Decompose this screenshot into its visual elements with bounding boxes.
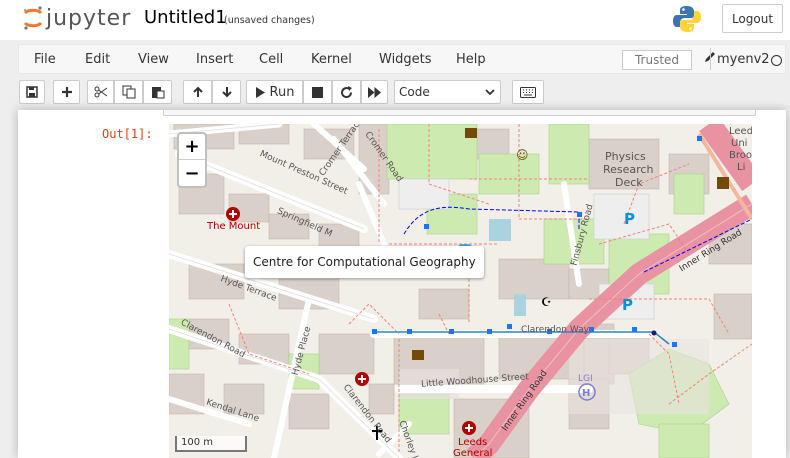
map-label-leeds-uni: Leeds — [729, 126, 752, 137]
menu-cell[interactable]: Cell — [259, 52, 283, 67]
map-zoom-control: + − — [177, 132, 207, 188]
menubar-divider — [710, 48, 711, 70]
map-label-lgi: LGI — [578, 374, 593, 384]
header: jupyter Untitled1 (unsaved changes) Logo… — [0, 0, 790, 40]
jupyter-logo-icon — [23, 6, 43, 30]
fast-forward-icon — [368, 86, 381, 98]
map-output[interactable]: ☺ ☪ P P H i The Mount Mount Preston Stre… — [169, 124, 752, 458]
insert-cell-button[interactable] — [53, 80, 80, 104]
restart-run-all-button[interactable] — [361, 80, 388, 104]
map-label-leeds-uni-2: Uni — [731, 138, 748, 149]
scissors-icon — [94, 86, 107, 98]
jupyter-logo[interactable]: jupyter — [22, 4, 131, 32]
run-button-label: Run — [269, 84, 295, 100]
python-logo-icon — [673, 6, 701, 32]
autosave-status: (unsaved changes) — [224, 15, 315, 26]
output-prompt: Out[1]: — [102, 127, 153, 141]
copy-button[interactable] — [114, 80, 143, 104]
notebook-title[interactable]: Untitled1 — [144, 7, 227, 28]
kernel-name[interactable]: myenv2 — [717, 52, 770, 67]
svg-text:☺: ☺ — [516, 148, 529, 162]
menu-edit[interactable]: Edit — [85, 52, 110, 67]
svg-text:☪: ☪ — [541, 295, 552, 309]
restart-icon — [341, 85, 353, 98]
logout-button[interactable]: Logout — [722, 4, 783, 33]
map-label-deck: Deck — [615, 176, 643, 189]
map-label-leeds-uni-4: Li — [737, 162, 746, 173]
trusted-indicator[interactable]: Trusted — [622, 50, 692, 70]
previous-cell-input[interactable] — [163, 110, 756, 116]
run-button[interactable]: Run — [246, 80, 303, 104]
plus-icon — [61, 87, 72, 97]
floppy-disk-icon — [26, 86, 38, 98]
cell-type-select[interactable]: Code — [394, 80, 501, 104]
play-icon — [255, 86, 265, 98]
toolbar: Run Code — [0, 78, 790, 110]
paste-button[interactable] — [143, 80, 172, 104]
save-button[interactable] — [19, 80, 45, 104]
map-label-leeds-general-2: General — [453, 448, 493, 458]
jupyter-logo-text: jupyter — [46, 5, 132, 31]
restart-button[interactable] — [332, 80, 361, 104]
arrow-down-icon — [221, 87, 232, 98]
kernel-idle-indicator — [771, 55, 782, 66]
move-up-button[interactable] — [183, 80, 212, 104]
zoom-out-button[interactable]: − — [179, 160, 205, 186]
svg-text:P: P — [624, 210, 635, 228]
paste-icon — [151, 87, 164, 99]
move-down-button[interactable] — [212, 80, 241, 104]
menu-help[interactable]: Help — [456, 52, 486, 67]
menu-file[interactable]: File — [34, 52, 56, 67]
zoom-in-button[interactable]: + — [179, 134, 205, 160]
stop-icon — [312, 86, 323, 98]
map-label-physics: Physics — [605, 150, 646, 163]
marker-tooltip: Centre for Computational Geography — [245, 246, 484, 278]
map-scale-bar: 100 m — [175, 436, 247, 452]
map-label-research: Research — [603, 163, 654, 176]
svg-text:H: H — [582, 388, 590, 399]
notebook-container: Out[1]: ☺ ☪ P P H The Mount Mount Presto… — [18, 110, 786, 458]
keyboard-icon — [520, 86, 536, 98]
menu-kernel[interactable]: Kernel — [311, 52, 352, 67]
map-label-clarendon-way: Clarendon Way — [521, 325, 589, 335]
cut-button[interactable] — [87, 80, 114, 104]
map-label-leeds-uni-3: Broo — [729, 150, 752, 161]
map-label-leeds-general: Leeds — [458, 437, 488, 448]
svg-text:P: P — [622, 296, 633, 314]
arrow-up-icon — [192, 86, 203, 97]
command-palette-button[interactable] — [512, 80, 544, 104]
menu-insert[interactable]: Insert — [196, 52, 233, 67]
map-label-the-mount: The Mount — [207, 221, 261, 232]
chevron-down-icon — [485, 89, 495, 96]
copy-icon — [122, 85, 135, 99]
menu-view[interactable]: View — [138, 52, 169, 67]
menu-widgets[interactable]: Widgets — [379, 52, 432, 67]
interrupt-button[interactable] — [303, 80, 332, 104]
menubar: File Edit View Insert Cell Kernel Widget… — [18, 44, 786, 74]
cell-type-value: Code — [399, 85, 430, 99]
